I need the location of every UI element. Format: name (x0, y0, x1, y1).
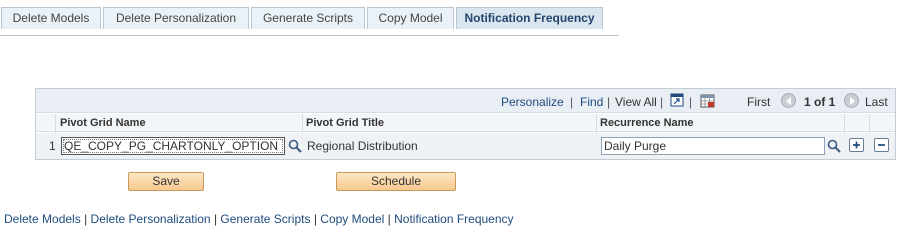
separator: | (84, 212, 88, 226)
column-header-recurrence-name: Recurrence Name (600, 117, 694, 129)
footer-link-notification-frequency[interactable]: Notification Frequency (394, 212, 513, 226)
personalize-link[interactable]: Personalize (501, 95, 564, 109)
pivot-grid-table: Personalize | Find | View All | | First … (35, 88, 896, 160)
separator: | (660, 95, 664, 109)
tab-divider (0, 35, 619, 36)
separator: | (213, 212, 218, 226)
tab-label: Notification Frequency (464, 11, 595, 25)
view-all-link[interactable]: View All (615, 95, 657, 109)
next-arrow-icon[interactable] (844, 93, 859, 108)
search-icon[interactable] (288, 139, 302, 153)
previous-arrow-icon[interactable] (781, 93, 796, 108)
new-window-icon[interactable] (670, 93, 684, 107)
first-label: First (747, 95, 771, 109)
search-icon[interactable] (827, 139, 841, 153)
tab-copy-model[interactable]: Copy Model (367, 7, 454, 29)
tab-notification-frequency[interactable]: Notification Frequency (456, 7, 603, 29)
separator: | (313, 212, 317, 226)
page-range: 1 of 1 (804, 95, 836, 109)
separator: | (387, 212, 391, 226)
separator: | (570, 95, 574, 109)
save-button[interactable]: Save (128, 172, 204, 191)
footer-link-generate-scripts[interactable]: Generate Scripts (220, 212, 310, 226)
tab-bar: Delete Models Delete Personalization Gen… (0, 7, 620, 36)
recurrence-name-input[interactable]: Daily Purge (601, 137, 825, 155)
schedule-button[interactable]: Schedule (336, 172, 456, 191)
tab-label: Delete Models (12, 11, 90, 25)
tab-label: Delete Personalization (115, 11, 237, 25)
grid-toolbar: Personalize | Find | View All | | First … (36, 89, 895, 113)
row-number: 1 (49, 139, 56, 153)
table-row: 1 QE_COPY_PG_CHARTONLY_OPTION Regional D… (36, 133, 895, 159)
footer-link-delete-personalization[interactable]: Delete Personalization (91, 212, 211, 226)
add-row-icon[interactable] (849, 138, 864, 152)
tab-delete-models[interactable]: Delete Models (1, 7, 101, 29)
tab-delete-personalization[interactable]: Delete Personalization (103, 7, 249, 29)
tab-label: Copy Model (378, 11, 443, 25)
delete-row-icon[interactable] (874, 138, 889, 152)
separator: | (689, 95, 693, 109)
column-header-pivot-grid-title: Pivot Grid Title (306, 117, 385, 129)
download-grid-icon[interactable] (700, 93, 716, 108)
pivot-grid-name-input[interactable]: QE_COPY_PG_CHARTONLY_OPTION (61, 137, 285, 155)
separator: | (607, 95, 611, 109)
tab-label: Generate Scripts (262, 11, 354, 25)
last-label: Last (865, 95, 888, 109)
tab-generate-scripts[interactable]: Generate Scripts (251, 7, 365, 29)
footer-link-delete-models[interactable]: Delete Models (4, 212, 81, 226)
grid-header-row: Pivot Grid Name Pivot Grid Title Recurre… (36, 114, 895, 132)
find-link[interactable]: Find (580, 95, 603, 109)
column-header-pivot-grid-name: Pivot Grid Name (60, 117, 146, 129)
pivot-grid-title-value: Regional Distribution (307, 139, 418, 153)
footer-link-copy-model[interactable]: Copy Model (320, 212, 384, 226)
footer-links: Delete Models | Delete Personalization |… (4, 212, 514, 226)
